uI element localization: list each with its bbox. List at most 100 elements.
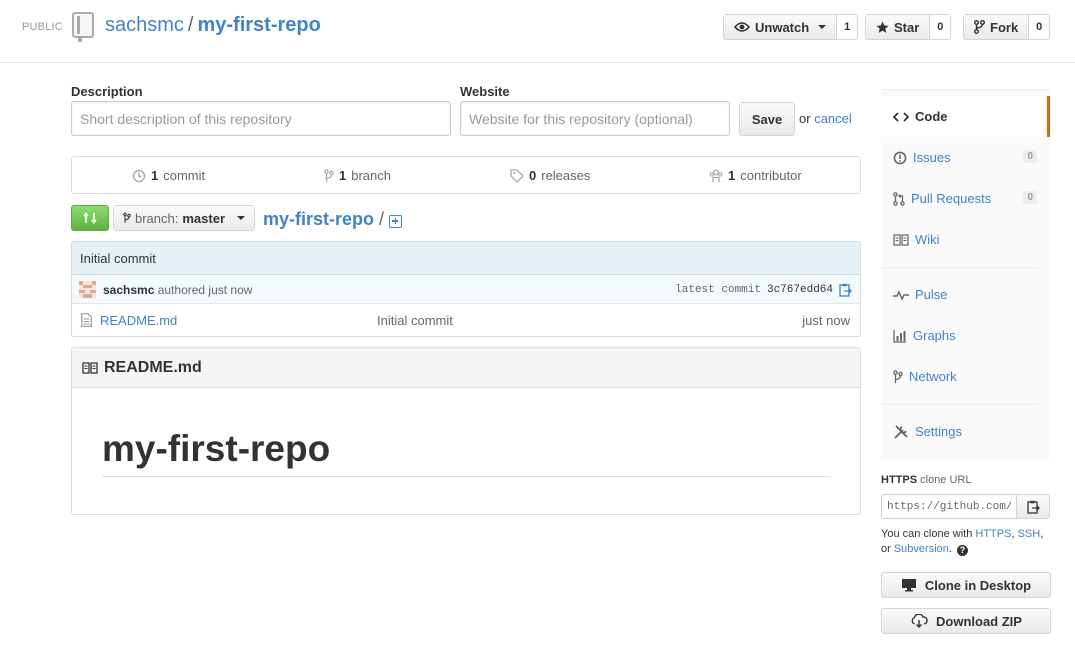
numbers-summary: 1 commit 1 branch 0 releases 1 contribut… bbox=[71, 156, 861, 194]
sidebar-item-settings[interactable]: Settings bbox=[881, 411, 1047, 452]
unwatch-label: Unwatch bbox=[755, 19, 810, 35]
eye-icon bbox=[734, 22, 750, 32]
website-label: Website bbox=[460, 84, 510, 99]
clone-label-suffix: clone URL bbox=[920, 474, 972, 486]
clone-desktop-label: Clone in Desktop bbox=[924, 577, 1032, 593]
book-icon bbox=[82, 361, 98, 374]
file-name-link[interactable]: README.md bbox=[100, 313, 177, 328]
sidebar-item-label: Wiki bbox=[915, 232, 940, 247]
star-group: Star 0 bbox=[865, 14, 952, 40]
commit-title[interactable]: Initial commit bbox=[72, 242, 860, 275]
sidebar-item-pulse[interactable]: Pulse bbox=[881, 274, 1047, 315]
clippy-icon[interactable] bbox=[839, 283, 852, 297]
branch-icon bbox=[324, 168, 334, 182]
clone-url-label: HTTPS clone URL bbox=[881, 474, 971, 486]
issue-opened-icon bbox=[893, 151, 907, 164]
commit-author-link[interactable]: sachsmc bbox=[103, 283, 154, 297]
new-file-icon[interactable] bbox=[389, 214, 403, 228]
clone-protocol: HTTPS bbox=[881, 474, 918, 486]
branch-select[interactable]: branch: master bbox=[113, 205, 255, 231]
compare-icon bbox=[83, 212, 97, 224]
sidebar-item-label: Graphs bbox=[913, 328, 956, 343]
repo-header: PUBLIC sachsmc / my-first-repo Unwatch 1 S… bbox=[0, 0, 1075, 63]
tag-icon bbox=[510, 168, 524, 183]
repo-book-icon bbox=[72, 12, 94, 43]
pulse-icon bbox=[893, 289, 909, 301]
or-text: or bbox=[799, 111, 811, 126]
file-table: Initial commit sachsmc authored just now… bbox=[71, 241, 861, 337]
sidebar-item-label: Pull Requests bbox=[911, 191, 992, 206]
table-row: README.md Initial commit just now bbox=[72, 304, 860, 336]
cancel-link[interactable]: cancel bbox=[814, 111, 852, 126]
download-zip-label: Download ZIP bbox=[936, 613, 1022, 629]
visibility-label: PUBLIC bbox=[22, 21, 63, 33]
pull-requests-count: 0 bbox=[1023, 191, 1037, 204]
repo-name-link[interactable]: my-first-repo bbox=[197, 14, 320, 36]
breadcrumb-repo-link[interactable]: my-first-repo bbox=[263, 209, 374, 230]
authored-text: authored just now bbox=[157, 283, 253, 297]
help-comma: , bbox=[1011, 528, 1015, 540]
readme-filename: README.md bbox=[104, 358, 202, 376]
question-icon[interactable]: ? bbox=[957, 545, 969, 556]
save-button[interactable]: Save bbox=[739, 102, 795, 136]
or-cancel: or cancel bbox=[799, 111, 852, 126]
sidebar-item-label: Pulse bbox=[915, 287, 948, 302]
watch-count[interactable]: 1 bbox=[837, 14, 859, 40]
contributors-summary[interactable]: 1 contributor bbox=[709, 168, 802, 183]
branches-summary[interactable]: 1 branch bbox=[324, 168, 391, 183]
releases-summary[interactable]: 0 releases bbox=[510, 168, 590, 183]
compare-review-button[interactable] bbox=[71, 205, 109, 231]
sidebar-item-label: Network bbox=[909, 369, 957, 384]
commits-summary[interactable]: 1 commit bbox=[132, 168, 205, 183]
sidebar-item-pull-requests[interactable]: Pull Requests 0 bbox=[881, 178, 1047, 219]
chevron-down-icon bbox=[237, 216, 245, 220]
description-input[interactable] bbox=[71, 101, 451, 136]
subversion-link[interactable]: Subversion bbox=[894, 543, 949, 555]
avatar[interactable] bbox=[79, 281, 96, 298]
https-link[interactable]: HTTPS bbox=[975, 528, 1011, 540]
latest-commit: latest commit 3c767edd64 bbox=[675, 283, 852, 297]
help-or: or bbox=[881, 543, 891, 555]
sidebar-item-label: Settings bbox=[915, 424, 962, 439]
clippy-icon bbox=[1026, 500, 1040, 514]
contributors-label: contributor bbox=[740, 168, 802, 183]
breadcrumb: my-first-repo / bbox=[263, 209, 403, 230]
sidebar-item-code[interactable]: Code bbox=[881, 96, 1050, 137]
file-age: just now bbox=[802, 313, 850, 328]
help-comma: , bbox=[1040, 528, 1044, 540]
commit-sha-link[interactable]: 3c767edd64 bbox=[767, 284, 833, 296]
fork-button[interactable]: Fork bbox=[963, 14, 1030, 40]
book-icon bbox=[893, 233, 909, 246]
fork-label: Fork bbox=[990, 19, 1019, 35]
sidebar-item-issues[interactable]: Issues 0 bbox=[881, 137, 1047, 178]
clone-in-desktop-button[interactable]: Clone in Desktop bbox=[881, 572, 1051, 598]
commit-author: sachsmc authored just now bbox=[103, 283, 252, 297]
sidebar-item-network[interactable]: Network bbox=[881, 356, 1047, 397]
breadcrumb-separator: / bbox=[379, 209, 385, 229]
star-icon bbox=[876, 20, 889, 33]
website-input[interactable] bbox=[460, 101, 730, 136]
unwatch-button[interactable]: Unwatch bbox=[723, 14, 838, 40]
fork-count[interactable]: 0 bbox=[1029, 14, 1051, 40]
organization-icon bbox=[709, 169, 723, 182]
branch-icon bbox=[893, 369, 903, 383]
branches-count: 1 bbox=[339, 168, 347, 183]
clone-help-prefix: You can clone with bbox=[881, 528, 973, 540]
clone-url-input[interactable] bbox=[881, 494, 1017, 519]
file-commit-message[interactable]: Initial commit bbox=[377, 313, 453, 328]
repo-owner-link[interactable]: sachsmc bbox=[105, 14, 184, 36]
star-button[interactable]: Star bbox=[865, 14, 931, 40]
pull-request-icon bbox=[893, 191, 905, 206]
sidebar-item-graphs[interactable]: Graphs bbox=[881, 315, 1047, 356]
desktop-icon bbox=[901, 579, 916, 592]
ssh-link[interactable]: SSH bbox=[1018, 528, 1041, 540]
download-zip-button[interactable]: Download ZIP bbox=[881, 608, 1051, 634]
commits-count: 1 bbox=[151, 168, 159, 183]
repo-title: sachsmc / my-first-repo bbox=[105, 14, 321, 37]
file-text-icon bbox=[81, 313, 92, 327]
star-count[interactable]: 0 bbox=[930, 14, 952, 40]
sidebar-item-wiki[interactable]: Wiki bbox=[881, 219, 1047, 260]
tools-icon bbox=[894, 424, 908, 439]
fork-icon bbox=[974, 20, 985, 34]
copy-url-button[interactable] bbox=[1016, 494, 1050, 519]
